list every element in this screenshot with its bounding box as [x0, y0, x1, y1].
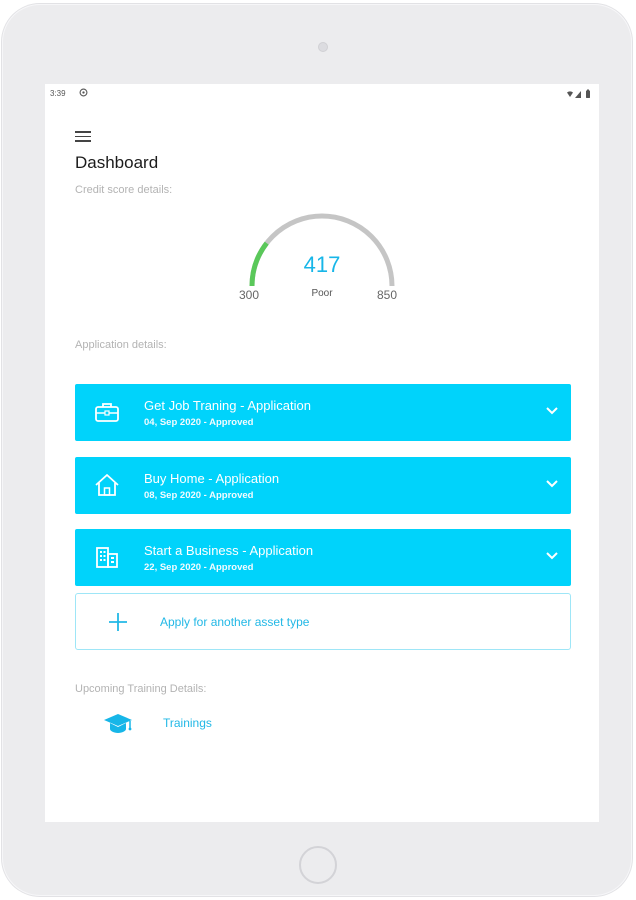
apply-another-asset-button[interactable]: Apply for another asset type	[75, 593, 571, 650]
status-icons	[567, 89, 590, 98]
battery-icon	[586, 89, 590, 98]
briefcase-icon	[95, 403, 119, 422]
credit-score-value: 417	[303, 252, 341, 277]
graduation-cap-icon	[104, 714, 132, 733]
upcoming-training-label: Upcoming Training Details:	[75, 683, 207, 695]
application-card-buy-home[interactable]: Buy Home - Application 08, Sep 2020 - Ap…	[75, 457, 571, 514]
trainings-label: Trainings	[163, 716, 212, 730]
wifi-icon	[567, 91, 573, 97]
status-bar: 3:39	[45, 84, 599, 104]
application-details-label: Application details:	[75, 339, 167, 351]
apply-another-asset-label: Apply for another asset type	[160, 615, 310, 629]
application-card-job-training[interactable]: Get Job Traning - Application 04, Sep 20…	[75, 384, 571, 441]
application-subtitle: 22, Sep 2020 - Approved	[144, 562, 254, 573]
hamburger-menu-icon[interactable]	[75, 131, 91, 143]
credit-score-label: Credit score details:	[75, 184, 173, 196]
gauge-max-label: 850	[377, 288, 398, 302]
building-icon	[96, 547, 118, 568]
chevron-down-icon[interactable]	[545, 406, 559, 416]
camera	[318, 42, 328, 52]
chevron-down-icon[interactable]	[545, 479, 559, 489]
application-subtitle: 08, Sep 2020 - Approved	[144, 490, 254, 501]
status-time: 3:39	[50, 89, 66, 98]
tablet-frame: 3:39 Dashboard Credit score details: 417…	[2, 4, 632, 896]
plus-icon	[109, 613, 127, 631]
home-icon	[95, 474, 119, 496]
application-title: Get Job Traning - Application	[144, 398, 311, 413]
application-title: Start a Business - Application	[144, 543, 314, 558]
signal-icon	[575, 91, 581, 98]
application-card-start-business[interactable]: Start a Business - Application 22, Sep 2…	[75, 529, 571, 586]
application-title: Buy Home - Application	[144, 471, 280, 486]
credit-score-gauge: 417 Poor 300 850	[237, 208, 407, 308]
application-subtitle: 04, Sep 2020 - Approved	[144, 417, 254, 428]
sync-icon	[79, 88, 88, 97]
gauge-min-label: 300	[239, 288, 260, 302]
trainings-link[interactable]: Trainings	[103, 710, 303, 738]
page-title: Dashboard	[75, 153, 159, 172]
home-button[interactable]	[299, 846, 337, 884]
screen: 3:39 Dashboard Credit score details: 417…	[45, 84, 599, 822]
chevron-down-icon[interactable]	[545, 551, 559, 561]
